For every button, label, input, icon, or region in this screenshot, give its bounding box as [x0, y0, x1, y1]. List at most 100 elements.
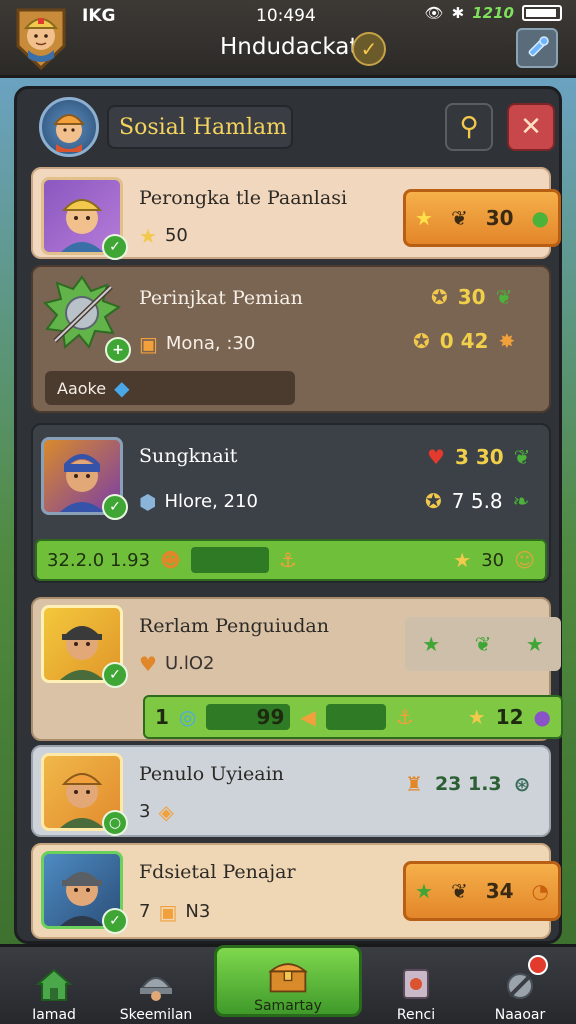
star-icon: ★ — [422, 632, 441, 656]
nav-settings-label: Naaoar — [494, 1007, 546, 1023]
list-item[interactable]: ✓ Perongka tle Paanlasi ★ 50 ★ ❦ 30 ● — [31, 167, 561, 260]
player-portrait: ○ — [41, 753, 128, 836]
star-count: 50 — [164, 225, 188, 246]
player-stat: 3 ◈ — [139, 801, 174, 822]
apple-icon: ● — [531, 206, 549, 230]
compass-icon: ⊛ — [513, 772, 531, 796]
trophy-icon: ♜ — [405, 772, 423, 796]
player-portrait: ✓ — [41, 177, 128, 260]
stat-a-value: 3 30 — [454, 445, 504, 469]
player-portrait: ✓ — [41, 605, 128, 688]
player-name: Penulo Uyieain — [139, 763, 284, 785]
player-name: Rerlam Penguiudan — [139, 615, 329, 637]
shield-icon: ◆ — [114, 376, 130, 400]
reward-value: 34 — [485, 879, 514, 903]
panel-avatar-icon — [39, 97, 99, 157]
bottom-nav: Iamad Skeemilan Samartay Renci Naaoar — [0, 944, 576, 1024]
leaderboard-panel: Sosial Hamlam ⚲ ✕ ✓ Perongka tle Paanlas… — [14, 86, 563, 944]
player-name: Perongka tle Paanlasi — [139, 187, 348, 209]
player-stats-right: ♜ 23 1.3 ⊛ — [405, 773, 530, 795]
player-stat: ⬢ Hlore, 210 — [139, 491, 258, 512]
nav-shop[interactable]: Samartay — [214, 945, 362, 1017]
player-name: Fdsietal Penajar — [139, 861, 296, 883]
notification-badge — [528, 955, 548, 975]
close-button[interactable]: ✕ — [507, 103, 555, 151]
signal-label: 1210 — [472, 4, 514, 22]
orb-icon: ● — [533, 705, 551, 729]
nav-skills[interactable]: Skeemilan — [106, 953, 206, 1023]
list-item[interactable]: ✓ Fdsietal Penajar 7 ▣ N3 ★ ❦ 34 ◔ — [31, 843, 561, 939]
player-name: Sungknait — [139, 445, 238, 467]
nav-settings[interactable]: Naaoar — [470, 953, 570, 1023]
star-icon: ★ — [139, 223, 157, 248]
add-friend-button[interactable]: ✓ — [102, 908, 128, 934]
guild-stat: ▣ Mona, :30 — [139, 333, 255, 354]
guild-tag[interactable]: Aaoke ◆ — [45, 371, 295, 405]
add-friend-button[interactable]: ✓ — [102, 494, 128, 520]
hook-icon: ⚓ — [278, 548, 297, 572]
star-icon: ✸ — [498, 329, 516, 353]
heart-icon: ♥ — [139, 651, 157, 676]
stat-value: 23 1.3 — [434, 773, 502, 795]
leaf-icon: ❦ — [474, 632, 492, 656]
player-stat-b: ✪ 7 5.8 ❧ — [425, 489, 529, 513]
nav-renci[interactable]: Renci — [366, 953, 466, 1023]
player-stat: ★ 50 — [139, 225, 188, 246]
chest-icon: ▣ — [139, 331, 158, 356]
player-stat-value: U.lO2 — [164, 653, 215, 674]
star-icon: ★ — [525, 632, 544, 656]
add-button[interactable]: + — [105, 337, 131, 363]
reward-button[interactable]: ★ ❦ 30 ● — [403, 189, 561, 247]
progress-fill-2 — [325, 704, 386, 730]
coin-icon: ✪ — [431, 285, 448, 309]
stat-b-value: 0 42 — [439, 329, 489, 353]
coin-icon: ✪ — [413, 329, 430, 353]
monster-icon: ☻ — [160, 548, 181, 572]
player-avatar-icon[interactable] — [12, 6, 70, 71]
nav-skills-label: Skeemilan — [119, 1007, 193, 1023]
player-portrait: ✓ — [41, 851, 128, 934]
stat-b-value: 7 5.8 — [451, 489, 503, 513]
progress-bar[interactable]: 1 ◎ 99 ◀ ⚓ ★ 12 ● — [143, 695, 563, 739]
check-badge-icon[interactable]: ✓ — [352, 32, 386, 66]
heart-icon: ♥ — [427, 445, 445, 469]
add-friend-button[interactable]: ✓ — [102, 234, 128, 260]
guild-stat-b: ✪ 0 42 ✸ — [413, 329, 515, 353]
list-item[interactable]: ✓ Sungknait ⬢ Hlore, 210 ♥ 3 30 ❦ ✪ 7 5.… — [31, 423, 551, 583]
player-stat-a: ♥ 3 30 ❦ — [427, 445, 530, 469]
flag-icon: ◀ — [300, 705, 316, 729]
progress-right-value: 30 — [481, 549, 505, 571]
leaf-icon: ❦ — [450, 206, 468, 230]
list-item[interactable]: ✓ Rerlam Penguiudan ♥ U.lO2 ★ ❦ ★ 1 ◎ 99… — [31, 597, 563, 741]
search-button[interactable]: ⚲ — [445, 103, 493, 151]
progress-left-value: 1 — [155, 705, 169, 729]
reward-value: 30 — [485, 206, 514, 230]
treasure-chest-icon — [267, 956, 309, 994]
player-portrait: ✓ — [41, 437, 128, 520]
wrench-icon[interactable] — [516, 28, 558, 68]
top-bar: IKG 10:494 👁 ✱ 1210 Hndudackat ✓ — [0, 0, 576, 78]
chest-icon: ▣ — [158, 899, 178, 924]
nav-home[interactable]: Iamad — [4, 953, 104, 1023]
player-stat-value: Hlore, 210 — [164, 491, 258, 512]
list-item[interactable]: + Perinjkat Pemian ▣ Mona, :30 ✪ 30 ❦ ✪ … — [31, 265, 551, 413]
reward-button[interactable]: ★ ❦ 34 ◔ — [403, 861, 561, 921]
player-stat-extra: N3 — [185, 901, 211, 922]
nav-home-label: Iamad — [32, 1007, 76, 1023]
reward-slots[interactable]: ★ ❦ ★ — [405, 617, 561, 671]
close-icon: ✕ — [520, 112, 542, 142]
progress-bar[interactable]: 32.2.0 1.93 ☻ ⚓ ★ 30 ☺ — [35, 539, 547, 581]
guild-stat-a: ✪ 30 ❦ — [431, 285, 512, 309]
carrier-label: IKG — [82, 6, 116, 26]
clock-label: 10:494 — [256, 6, 316, 26]
player-stat-value: 3 — [139, 801, 151, 822]
swirl-icon: ◔ — [531, 879, 549, 903]
home-icon — [33, 965, 75, 1003]
add-friend-button[interactable]: ✓ — [102, 662, 128, 688]
leaf-icon: ❦ — [513, 445, 531, 469]
hat-icon — [135, 965, 177, 1003]
list-item[interactable]: ○ Penulo Uyieain 3 ◈ ♜ 23 1.3 ⊛ — [31, 745, 551, 837]
progress-fill — [190, 547, 269, 573]
guild-stat-value: Mona, :30 — [165, 333, 256, 354]
star-icon: ★ — [415, 206, 433, 230]
